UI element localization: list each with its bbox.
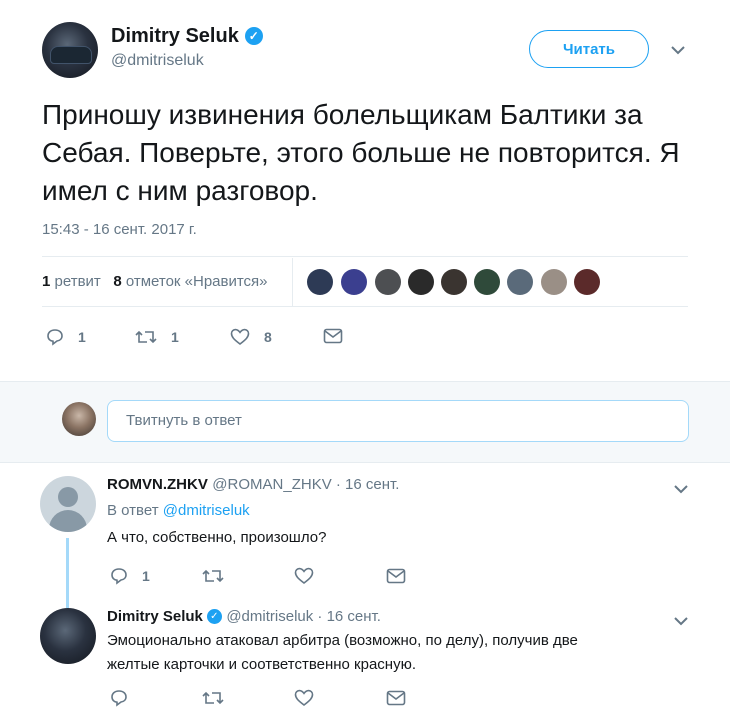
follow-button[interactable]: Читать [529,30,649,68]
reply-header: Dimitry Seluk ✓ @dmitriseluk · 16 сент. [107,608,381,625]
reply-action[interactable]: 1 [110,567,150,585]
reply-input[interactable]: Твитнуть в ответ [107,400,689,442]
liker-avatar[interactable] [408,269,434,295]
current-user-avatar[interactable] [62,402,96,436]
tweet-stats: 1 ретвит 8 отметок «Нравится» [42,273,268,290]
reply-text: Эмоционально атаковал арбитра (возможно,… [107,632,578,673]
message-icon[interactable] [323,328,343,344]
chevron-down-icon[interactable] [671,42,685,58]
author-handle[interactable]: @dmitriseluk [111,52,204,70]
in-reply-to: В ответ @dmitriseluk [107,502,250,519]
reply-text: А что, собственно, произошло? [107,529,327,546]
tweet-text: Приношу извинения болельщикам Балтики за… [42,99,680,206]
liker-avatar[interactable] [375,269,401,295]
like-icon[interactable] [230,328,250,346]
retweet-icon[interactable] [202,689,224,712]
message-icon[interactable] [386,568,406,589]
divider [0,381,730,382]
likes-stat[interactable]: 8 отметок «Нравится» [113,273,267,290]
author-name[interactable]: Dimitry Seluk ✓ [111,25,263,48]
author-avatar[interactable] [42,22,98,78]
chevron-down-icon[interactable] [674,613,688,631]
divider [42,256,688,257]
reply-avatar[interactable] [40,608,96,664]
like-icon[interactable] [294,689,314,712]
divider [0,462,730,463]
liker-avatar[interactable] [341,269,367,295]
message-action[interactable] [323,328,343,344]
message-icon[interactable] [386,690,406,711]
liker-avatar[interactable] [307,269,333,295]
like-icon[interactable] [294,567,314,590]
divider [42,306,688,307]
reply-action[interactable]: 1 [46,328,86,346]
like-action[interactable]: 8 [230,328,272,346]
verified-icon: ✓ [206,609,222,624]
retweet-action[interactable]: 1 [135,328,179,346]
liker-avatar[interactable] [441,269,467,295]
liker-avatar[interactable] [574,269,600,295]
liker-avatar[interactable] [507,269,533,295]
reply-avatar[interactable] [40,476,96,532]
liker-avatar[interactable] [541,269,567,295]
reply-icon[interactable] [110,567,128,585]
reply-icon[interactable] [46,328,64,346]
tweet-timestamp[interactable]: 15:43 - 16 сент. 2017 г. [42,221,197,238]
retweets-stat[interactable]: 1 ретвит [42,273,101,290]
chevron-down-icon[interactable] [674,481,688,499]
retweet-icon[interactable] [135,328,157,346]
verified-icon: ✓ [244,27,263,45]
stats-divider [292,258,293,306]
reply-header: ROMVN.ZHKV @ROMAN_ZHKV · 16 сент. [107,476,400,493]
thread-line [66,538,69,608]
retweet-icon[interactable] [202,567,224,590]
liker-avatar[interactable] [474,269,500,295]
reply-icon[interactable] [110,689,128,712]
